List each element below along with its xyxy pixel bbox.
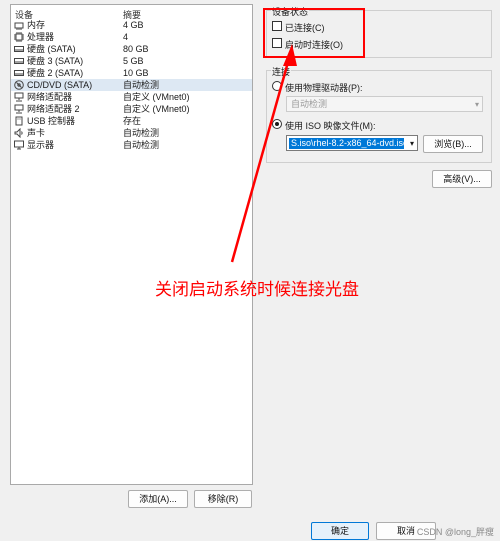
cpu-icon	[14, 32, 24, 42]
hard-disk-icon	[14, 46, 24, 52]
device-summary: 80 GB	[123, 44, 149, 54]
ok-button[interactable]: 确定	[311, 522, 369, 540]
chevron-down-icon: ▾	[409, 139, 414, 148]
device-summary: 自动检测	[123, 140, 160, 150]
cd-dvd-icon	[14, 80, 24, 90]
device-summary: 自定义 (VMnet0)	[123, 92, 190, 102]
physical-drive-label: 使用物理驱动器(P):	[285, 83, 363, 93]
iso-image-label: 使用 ISO 映像文件(M):	[285, 121, 376, 131]
memory-icon	[14, 22, 24, 30]
device-name: 处理器	[27, 32, 55, 42]
browse-button[interactable]: 浏览(B)...	[423, 135, 483, 153]
device-summary: 5 GB	[123, 56, 144, 66]
connection-title: 连接	[271, 65, 292, 78]
display-icon	[14, 140, 24, 150]
hard-disk-icon	[14, 58, 24, 64]
usb-icon	[15, 116, 23, 126]
advanced-button[interactable]: 高级(V)...	[432, 170, 492, 188]
remove-device-button[interactable]: 移除(R)	[194, 490, 252, 508]
network-adapter-icon	[14, 92, 24, 102]
device-name: 硬盘 (SATA)	[27, 44, 76, 54]
add-device-button[interactable]: 添加(A)...	[128, 490, 188, 508]
device-row-sound-card[interactable]: 声卡 自动检测	[11, 127, 252, 139]
device-row-display[interactable]: 显示器 自动检测	[11, 139, 252, 151]
device-row-processor[interactable]: 处理器 4	[11, 31, 252, 43]
iso-path-combobox[interactable]: S.iso\rhel-8.2-x86_64-dvd.iso ▾	[286, 135, 418, 151]
highlight-box	[263, 8, 365, 58]
device-summary: 自动检测	[123, 128, 160, 138]
device-name: 内存	[27, 20, 46, 30]
device-name: 网络适配器	[27, 92, 73, 102]
device-name: 硬盘 3 (SATA)	[27, 56, 84, 66]
hard-disk-icon	[14, 70, 24, 76]
iso-path-value: S.iso\rhel-8.2-x86_64-dvd.iso	[289, 138, 404, 149]
device-row-cd-dvd[interactable]: CD/DVD (SATA) 自动检测	[11, 79, 252, 91]
device-row-hard-disk-2[interactable]: 硬盘 2 (SATA) 10 GB	[11, 67, 252, 79]
device-name: 声卡	[27, 128, 46, 138]
device-row-usb-controller[interactable]: USB 控制器 存在	[11, 115, 252, 127]
annotation-text: 关闭启动系统时候连接光盘	[155, 280, 359, 300]
device-name: 显示器	[27, 140, 55, 150]
device-row-hard-disk[interactable]: 硬盘 (SATA) 80 GB	[11, 43, 252, 55]
speaker-icon	[14, 128, 23, 138]
network-adapter-icon	[14, 104, 24, 114]
device-name: USB 控制器	[27, 116, 76, 126]
device-summary: 4 GB	[123, 20, 144, 30]
device-summary: 10 GB	[123, 68, 149, 78]
chevron-down-icon: ▾	[474, 100, 479, 109]
device-summary: 4	[123, 32, 129, 42]
device-summary: 存在	[123, 116, 142, 126]
physical-drive-select[interactable]: 自动检测 ▾	[286, 96, 483, 112]
device-name: CD/DVD (SATA)	[27, 80, 93, 90]
physical-drive-value: 自动检测	[291, 99, 328, 109]
physical-drive-radio[interactable]	[272, 81, 282, 91]
device-row-hard-disk-3[interactable]: 硬盘 3 (SATA) 5 GB	[11, 55, 252, 67]
device-name: 硬盘 2 (SATA)	[27, 68, 84, 78]
watermark-text: CSDN @long_胖瘦	[416, 527, 494, 537]
device-row-network-adapter[interactable]: 网络适配器 自定义 (VMnet0)	[11, 91, 252, 103]
device-row-network-adapter-2[interactable]: 网络适配器 2 自定义 (VMnet0)	[11, 103, 252, 115]
device-summary: 自动检测	[123, 80, 160, 90]
device-list-panel: 设备 摘要 内存 4 GB 处理器 4 硬盘 (SATA) 80 GB 硬盘 3…	[10, 4, 253, 485]
device-summary: 自定义 (VMnet0)	[123, 104, 190, 114]
iso-image-radio[interactable]	[272, 119, 282, 129]
device-row-memory[interactable]: 内存 4 GB	[11, 19, 252, 31]
device-name: 网络适配器 2	[27, 104, 80, 114]
